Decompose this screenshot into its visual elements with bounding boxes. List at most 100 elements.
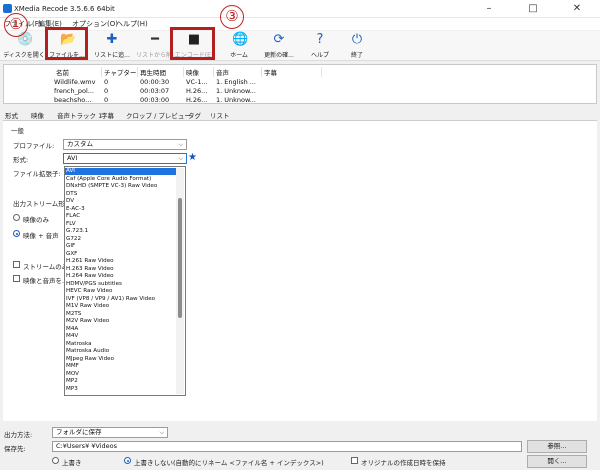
file-list[interactable]: 名前 チャプター 再生時間 映像 音声 字幕 Wildlife.wmv 0 00:0… (3, 64, 597, 104)
dropdown-option[interactable]: H.264 Raw Video (65, 273, 177, 280)
tab-list[interactable]: リスト (210, 110, 230, 120)
open-disc-label: ディスクを開く (3, 52, 45, 59)
dropdown-option[interactable]: MP2 (65, 378, 177, 385)
table-cell: H.26... (186, 96, 208, 104)
profile-select[interactable]: カスタム ⌵ (63, 139, 187, 150)
table-cell: Wildlife.wmv (54, 78, 96, 86)
dropdown-option[interactable]: MJpeg Raw Video (65, 356, 177, 363)
checkbox-keep-date[interactable] (351, 457, 358, 464)
column-header-video[interactable]: 映像 (184, 67, 214, 77)
dropdown-option[interactable]: FLAC (65, 213, 177, 220)
radio-overwrite[interactable] (52, 457, 59, 464)
home-button[interactable]: 🌐 ホーム (225, 31, 253, 61)
dropdown-option[interactable]: G722 (65, 236, 177, 243)
exit-label: 終了 (350, 52, 363, 59)
dropdown-option[interactable]: GXF (65, 251, 177, 258)
dropdown-option[interactable]: GIF (65, 243, 177, 250)
tab-video[interactable]: 映像 (31, 110, 44, 120)
chevron-down-icon: ⌵ (178, 141, 183, 148)
dropdown-option[interactable]: M2V Raw Video (65, 318, 177, 325)
table-cell: H.26... (186, 87, 208, 95)
dropdown-option[interactable]: MMF (65, 363, 177, 370)
home-label: ホーム (230, 52, 248, 59)
format-dropdown-list[interactable]: AVI Caf (Apple Core Audio Format) DNxHD (S… (64, 166, 186, 396)
radio-no-overwrite[interactable] (124, 457, 131, 464)
radio-video-only[interactable] (13, 214, 20, 221)
table-cell: 0 (104, 78, 109, 86)
dropdown-option[interactable]: H.261 Raw Video (65, 258, 177, 265)
power-icon: ⏻ (351, 32, 363, 47)
output-method-select[interactable]: フォルダに保存 ⌵ (52, 427, 168, 438)
dropdown-option[interactable]: AVI (65, 168, 177, 176)
update-label: 更新の確... (264, 52, 294, 59)
minus-icon: ━ (151, 32, 159, 47)
table-cell: beachsho... (54, 96, 92, 104)
checkbox-keep-date-label: オリジナルの作成日時を保持 (361, 459, 446, 467)
favorite-star-icon[interactable]: ★ (188, 152, 197, 163)
help-icon: ? (316, 32, 324, 47)
output-settings: 出力方法: フォルダに保存 ⌵ 保存先: C:¥Users¥ ¥Videos 参… (0, 421, 600, 470)
column-header-chapter[interactable]: チャプター (102, 67, 138, 77)
close-button[interactable]: ✕ (556, 0, 598, 18)
column-header-duration[interactable]: 再生時間 (138, 67, 184, 77)
maximize-button[interactable]: □ (512, 0, 554, 18)
tab-crop-preview[interactable]: クロップ / プレビュー (126, 110, 191, 120)
update-button[interactable]: ⟳ 更新の確... (258, 31, 300, 61)
refresh-icon: ⟳ (273, 32, 285, 47)
minimize-button[interactable]: – (468, 0, 510, 18)
menu-help[interactable]: ヘルプ(H) (116, 19, 148, 29)
exit-button[interactable]: ⏻ 終了 (342, 31, 372, 61)
checkbox-stream-only[interactable] (13, 261, 20, 268)
checkbox-stream-only-label: ストリームのみ (23, 263, 69, 271)
dropdown-option[interactable]: DTS (65, 191, 177, 198)
annotation-box-encode (170, 27, 215, 60)
browse-button[interactable]: 参照... (527, 440, 587, 453)
add-to-list-button[interactable]: ✚ リストに追... (90, 31, 134, 61)
open-folder-button[interactable]: 開く... (527, 455, 587, 468)
dropdown-option[interactable]: M4V (65, 333, 177, 340)
dropdown-scrollbar[interactable] (176, 168, 184, 394)
format-select[interactable]: AVI ⌵ (63, 153, 187, 164)
dropdown-option[interactable]: Matroska (65, 341, 177, 348)
dropdown-option[interactable]: IVF (VP8 / VP9 / AV1) Raw Video (65, 296, 177, 303)
tab-format[interactable]: 形式 (5, 110, 18, 120)
column-header-name[interactable]: 名前 (54, 67, 102, 77)
tab-audio-track[interactable]: 音声トラック 1 (57, 110, 102, 120)
destination-path-input[interactable]: C:¥Users¥ ¥Videos (52, 441, 522, 452)
annotation-number-1: ① (4, 13, 28, 37)
dropdown-option[interactable]: MP3 (65, 386, 177, 393)
dropdown-scroll-thumb[interactable] (178, 198, 182, 318)
dropdown-option[interactable]: G.723.1 (65, 228, 177, 235)
dropdown-option[interactable]: DV (65, 198, 177, 205)
dropdown-option[interactable]: HDMV/PGS subtitles (65, 281, 177, 288)
table-cell: 1. Unknow... (216, 96, 256, 104)
add-to-list-label: リストに追... (94, 52, 130, 59)
checkbox-video-audio-label: 映像と音声を... (23, 277, 69, 285)
table-row[interactable]: beachsho... 0 00:03:00 H.26... 1. Unknow... (4, 96, 324, 104)
dropdown-option[interactable]: Matroska Audio (65, 348, 177, 355)
open-disc-button[interactable]: 💿 ディスクを開く (2, 31, 46, 61)
radio-overwrite-label: 上書き (62, 459, 82, 467)
dropdown-option[interactable]: FLV (65, 221, 177, 228)
checkbox-video-audio[interactable] (13, 275, 20, 282)
dropdown-option[interactable]: MOV (65, 371, 177, 378)
radio-video-audio[interactable] (13, 230, 20, 237)
dropdown-option[interactable]: HEVC Raw Video (65, 288, 177, 295)
remove-from-list-button[interactable]: ━ リストから削... (136, 31, 178, 61)
table-cell: 0 (104, 87, 109, 95)
tab-tag[interactable]: タグ (188, 110, 201, 120)
dropdown-option[interactable]: M4A (65, 326, 177, 333)
column-header-audio[interactable]: 音声 (214, 67, 262, 77)
help-button[interactable]: ? ヘルプ (304, 31, 336, 61)
dropdown-option[interactable]: Caf (Apple Core Audio Format) (65, 176, 177, 183)
dropdown-option[interactable]: H.263 Raw Video (65, 266, 177, 273)
dropdown-option[interactable]: E-AC-3 (65, 206, 177, 213)
output-method-label: 出力方法: (4, 431, 33, 439)
dropdown-option[interactable]: M1V Raw Video (65, 303, 177, 310)
dropdown-option[interactable]: M2TS (65, 311, 177, 318)
dropdown-option[interactable]: DNxHD (SMPTE VC-3) Raw Video (65, 183, 177, 190)
radio-video-only-label: 映像のみ (23, 216, 49, 224)
column-header-subtitle[interactable]: 字幕 (262, 67, 322, 77)
format-select-value: AVI (67, 154, 78, 162)
tab-subtitle[interactable]: 字幕 (101, 110, 114, 120)
